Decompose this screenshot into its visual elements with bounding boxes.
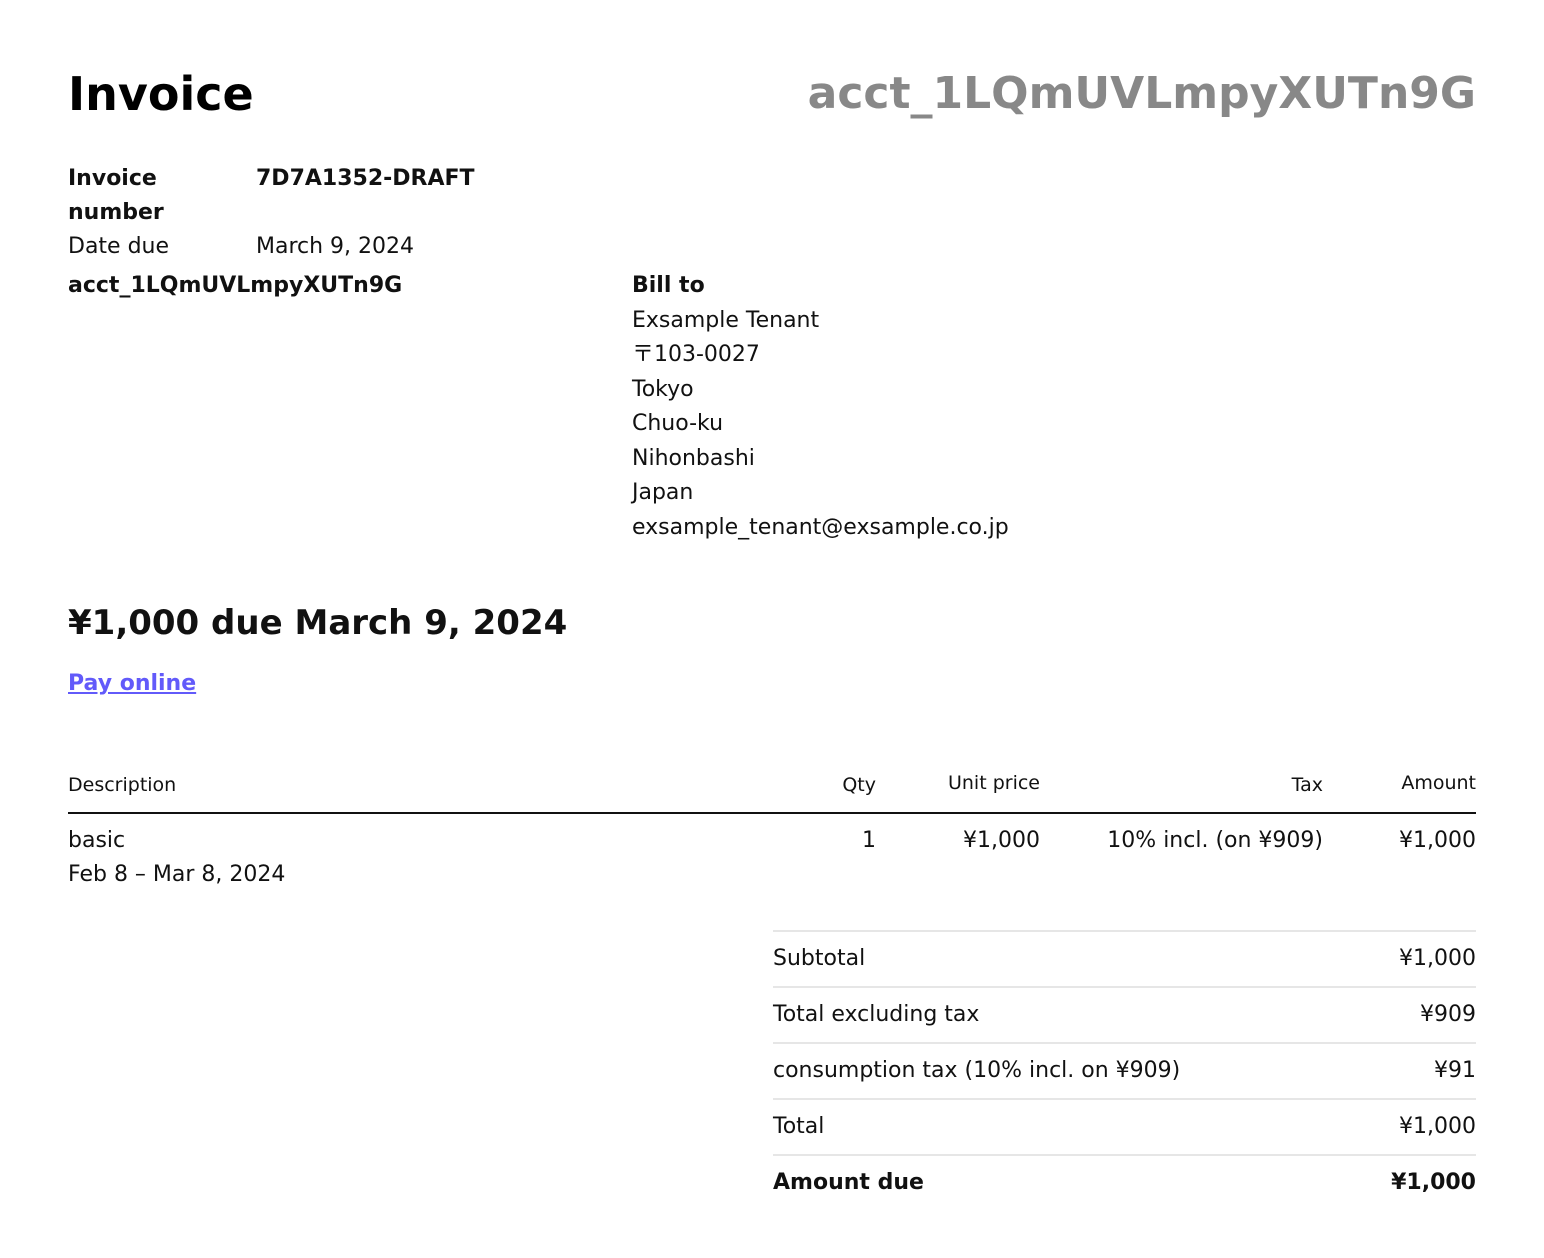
bill-to-country: Japan bbox=[632, 480, 694, 505]
bill-to-district: Nihonbashi bbox=[632, 445, 755, 471]
item-amount: ¥1,000 bbox=[1399, 828, 1476, 853]
total-label: Total bbox=[773, 1114, 825, 1139]
amount-due-value: ¥1,000 bbox=[1391, 1170, 1476, 1195]
consumption-tax-row: consumption tax (10% incl. on ¥909) ¥91 bbox=[773, 1042, 1476, 1098]
from-account: acct_1LQmUVLmpyXUTn9G bbox=[68, 273, 403, 298]
line-items-header: Description Qty Unit price Tax Amount bbox=[68, 768, 1476, 814]
line-items-table: Description Qty Unit price Tax Amount ba… bbox=[68, 768, 1476, 904]
account-id-header: acct_1LQmUVLmpyXUTn9G bbox=[807, 68, 1476, 119]
date-due-label: Date due bbox=[68, 234, 170, 259]
total-row: Total ¥1,000 bbox=[773, 1098, 1476, 1154]
invoice-header: Invoice acct_1LQmUVLmpyXUTn9G bbox=[68, 64, 1476, 128]
bill-to-email: exsample_tenant@exsample.co.jp bbox=[632, 514, 1009, 540]
page-title: Invoice bbox=[68, 67, 254, 121]
invoice-page: Invoice acct_1LQmUVLmpyXUTn9G Invoice nu… bbox=[68, 0, 1476, 1258]
consumption-tax-label: consumption tax (10% incl. on ¥909) bbox=[773, 1058, 1181, 1083]
total-excluding-tax-row: Total excluding tax ¥909 bbox=[773, 986, 1476, 1042]
item-description-cell: basic Feb 8 – Mar 8, 2024 bbox=[68, 824, 285, 892]
invoice-number-row: Invoice number 7D7A1352-DRAFT bbox=[68, 162, 475, 230]
bill-to: Bill to Exsample Tenant 〒103-0027 Tokyo … bbox=[632, 269, 1009, 545]
bill-to-name: Exsample Tenant bbox=[632, 307, 820, 333]
invoice-number-value: 7D7A1352-DRAFT bbox=[256, 166, 475, 191]
column-header-tax: Tax bbox=[1291, 774, 1323, 796]
totals-table: Subtotal ¥1,000 Total excluding tax ¥909… bbox=[773, 930, 1476, 1210]
item-unit-price: ¥1,000 bbox=[963, 828, 1040, 853]
column-header-qty: Qty bbox=[842, 774, 876, 796]
invoice-meta: Invoice number 7D7A1352-DRAFT Date due M… bbox=[68, 162, 475, 264]
total-value: ¥1,000 bbox=[1399, 1114, 1476, 1139]
bill-to-city: Tokyo bbox=[632, 376, 694, 402]
subtotal-label: Subtotal bbox=[773, 946, 866, 971]
consumption-tax-value: ¥91 bbox=[1434, 1058, 1476, 1083]
subtotal-row: Subtotal ¥1,000 bbox=[773, 930, 1476, 986]
pay-online-link[interactable]: Pay online bbox=[68, 667, 196, 701]
item-tax: 10% incl. (on ¥909) bbox=[1107, 828, 1323, 853]
column-header-description: Description bbox=[68, 774, 177, 796]
column-header-amount: Amount bbox=[1401, 772, 1476, 794]
bill-to-ward: Chuo-ku bbox=[632, 411, 724, 436]
table-row: basic Feb 8 – Mar 8, 2024 1 ¥1,000 10% i… bbox=[68, 814, 1476, 904]
date-due-value: March 9, 2024 bbox=[256, 234, 415, 259]
invoice-number-label: Invoice number bbox=[68, 166, 164, 225]
item-qty: 1 bbox=[862, 828, 876, 853]
amount-due-row: Amount due ¥1,000 bbox=[773, 1154, 1476, 1210]
bill-to-postal-code: 〒103-0027 bbox=[632, 342, 760, 367]
date-due-row: Date due March 9, 2024 bbox=[68, 230, 475, 264]
subtotal-value: ¥1,000 bbox=[1399, 946, 1476, 971]
amount-due-heading: ¥1,000 due March 9, 2024 bbox=[68, 603, 568, 643]
column-header-unit-price: Unit price bbox=[947, 772, 1040, 794]
item-period: Feb 8 – Mar 8, 2024 bbox=[68, 862, 286, 887]
total-excluding-tax-label: Total excluding tax bbox=[773, 1002, 980, 1027]
item-description: basic bbox=[68, 828, 126, 853]
amount-due-label: Amount due bbox=[773, 1170, 924, 1195]
total-excluding-tax-value: ¥909 bbox=[1420, 1002, 1476, 1027]
bill-to-title: Bill to bbox=[632, 273, 705, 298]
